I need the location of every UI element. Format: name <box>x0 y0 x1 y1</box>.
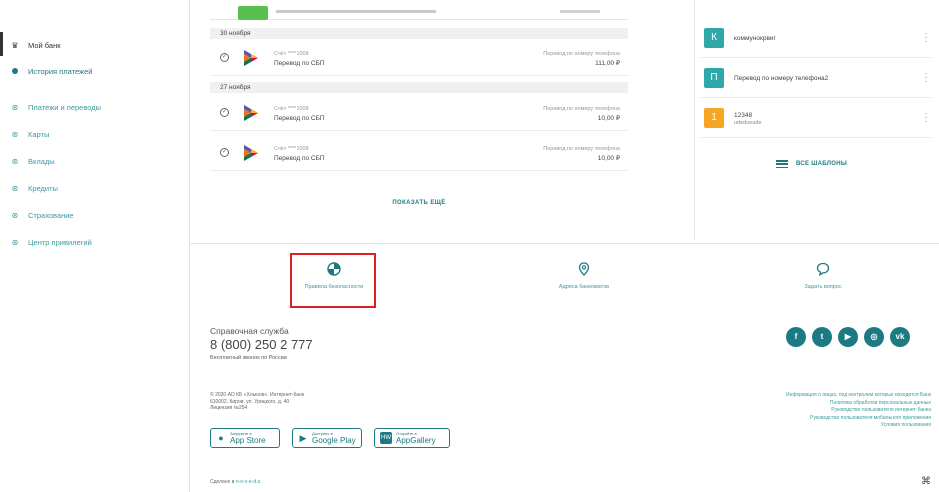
footer-divider <box>190 243 939 244</box>
footer-doc-link[interactable]: Политика обработки персональных данных <box>786 400 931 408</box>
operation-title: Перевод по СБП <box>274 115 325 122</box>
appgallery-button[interactable]: HW Откройте в AppGallery <box>374 428 450 448</box>
vk-icon[interactable]: vk <box>890 327 910 347</box>
legal-info: © 2020 АО КБ «Хлынов». Интернет-банк 610… <box>210 392 305 411</box>
template-item[interactable]: 1 12348 udedueude · · · <box>700 104 932 138</box>
footer-doc-link[interactable]: Информация о лицах, под контролем которы… <box>786 392 931 400</box>
footer-doc-link[interactable]: Руководство пользователя интернет-банка <box>786 407 931 415</box>
operation-kind: Перевод по номеру телефона <box>543 146 620 152</box>
operation-kind: Перевод по номеру телефона <box>543 106 620 112</box>
operation-amount: 111,00 ₽ <box>595 60 620 67</box>
circle-icon: ⊛ <box>11 210 19 220</box>
help-service-label: Справочная служба <box>210 326 289 336</box>
youtube-icon[interactable]: ▶ <box>838 327 858 347</box>
apple-icon: ● <box>218 433 224 443</box>
template-avatar: 1 <box>704 108 724 128</box>
list-item[interactable] <box>210 0 628 20</box>
table-row[interactable]: ✓ Счёт ****1008 Перевод по СБП Перевод п… <box>210 135 628 171</box>
app-store-badges: ● Загрузите в App Store ▶ Доступно в Googl… <box>210 428 450 448</box>
column-divider <box>694 0 695 240</box>
developer-link[interactable]: n-o-v-e-d.o. <box>236 479 262 485</box>
sidebar-item-cards[interactable]: ⊛ Карты <box>10 129 50 139</box>
template-item[interactable]: П Перевод по номеру телефона2 · · · <box>700 64 932 98</box>
check-circle-icon: ✓ <box>220 53 229 62</box>
date-header: 30 ноября <box>210 28 628 39</box>
more-vertical-icon[interactable]: · · · <box>924 109 928 126</box>
sidebar-item-credits[interactable]: ⊛ Кредиты <box>10 183 58 193</box>
operation-amount: 10,00 ₽ <box>597 155 620 162</box>
sbp-logo-icon <box>244 145 258 161</box>
circle-icon: ⊛ <box>11 183 19 193</box>
sidebar-item-insurance[interactable]: ⊛ Страхование <box>10 210 74 220</box>
help-note: Бесплатный звонок по России <box>210 355 287 361</box>
template-avatar: К <box>704 28 724 48</box>
more-vertical-icon[interactable]: · · · <box>924 69 928 86</box>
account-number: Счёт ****1008 <box>274 51 309 57</box>
circle-icon: ⊛ <box>11 237 19 247</box>
date-header: 27 ноября <box>210 82 628 93</box>
highlight-box <box>290 253 376 308</box>
sidebar-item-my-bank[interactable]: ♛ Мой банк <box>10 40 60 50</box>
location-pin-icon <box>578 262 590 276</box>
table-row[interactable]: ✓ Счёт ****1008 Перевод по СБП Перевод п… <box>210 40 628 76</box>
sbp-logo-icon <box>244 50 258 66</box>
template-name: коммунокрвиг <box>734 35 776 42</box>
operation-icon <box>238 6 268 20</box>
account-number: Счёт ****1008 <box>274 146 309 152</box>
template-item[interactable]: К коммунокрвиг · · · <box>700 24 932 58</box>
sidebar: ♛ Мой банк История платежей ⊛ Платежи и … <box>0 0 190 492</box>
social-links: f t ▶ ◎ vk <box>786 327 910 347</box>
footer-right-links: Информация о лицах, под контролем которы… <box>786 392 931 430</box>
account-number: Счёт ****1008 <box>274 106 309 112</box>
google-play-button[interactable]: ▶ Доступно в Google Play <box>292 428 362 448</box>
operation-kind: Перевод по номеру телефона <box>543 51 620 57</box>
help-phone-number[interactable]: 8 (800) 250 2 777 <box>210 337 313 352</box>
instagram-icon[interactable]: ◎ <box>864 327 884 347</box>
chat-bubble-icon <box>816 262 830 276</box>
circle-icon: ⊛ <box>11 156 19 166</box>
sidebar-item-privileges[interactable]: ⊛ Центр привилегий <box>10 237 92 247</box>
bank-icon: ♛ <box>11 40 19 50</box>
sidebar-item-payment-history[interactable]: История платежей <box>10 66 92 76</box>
google-play-icon: ▶ <box>299 433 307 443</box>
qr-code-icon[interactable]: ⌘ <box>921 476 931 487</box>
template-subtitle: udedueude <box>734 120 762 126</box>
operation-amount: 10,00 ₽ <box>597 115 620 122</box>
show-more-button[interactable]: ПОКАЗАТЬ ЕЩЁ <box>210 200 628 206</box>
huawei-icon: HW <box>380 432 392 444</box>
sbp-logo-icon <box>244 105 258 121</box>
list-icon <box>776 160 788 168</box>
blurred-text <box>276 10 436 13</box>
footer-link-ask-question[interactable]: Задать вопрос <box>788 262 858 290</box>
footer-doc-link[interactable]: Руководство пользователя мобильного прил… <box>786 415 931 423</box>
template-name: 12348 <box>734 112 753 119</box>
facebook-icon[interactable]: f <box>786 327 806 347</box>
more-vertical-icon[interactable]: · · · <box>924 29 928 46</box>
made-by: Сделано в n-o-v-e-d.o. <box>210 479 262 485</box>
active-section-indicator <box>0 32 3 56</box>
template-name: Перевод по номеру телефона2 <box>734 75 829 82</box>
operation-title: Перевод по СБП <box>274 155 325 162</box>
check-circle-icon: ✓ <box>220 108 229 117</box>
sidebar-item-deposits[interactable]: ⊛ Вклады <box>10 156 55 166</box>
app-store-button[interactable]: ● Загрузите в App Store <box>210 428 280 448</box>
circle-icon: ⊛ <box>11 102 19 112</box>
payment-history-list: 30 ноября ✓ Счёт ****1008 Перевод по СБП… <box>210 0 628 230</box>
blurred-amount <box>560 10 600 13</box>
circle-icon: ⊛ <box>11 129 19 139</box>
table-row[interactable]: ✓ Счёт ****1008 Перевод по СБП Перевод п… <box>210 95 628 131</box>
twitter-icon[interactable]: t <box>812 327 832 347</box>
footer-link-atm-addresses[interactable]: Адреса банкоматов <box>542 262 626 290</box>
check-circle-icon: ✓ <box>220 148 229 157</box>
footer-doc-link[interactable]: Условия пользования <box>786 422 931 430</box>
all-templates-button[interactable]: ВСЕ ШАБЛОНЫ <box>776 160 847 168</box>
template-avatar: П <box>704 68 724 88</box>
sidebar-item-payments[interactable]: ⊛ Платежи и переводы <box>10 102 101 112</box>
operation-title: Перевод по СБП <box>274 60 325 67</box>
dot-icon <box>10 66 20 76</box>
